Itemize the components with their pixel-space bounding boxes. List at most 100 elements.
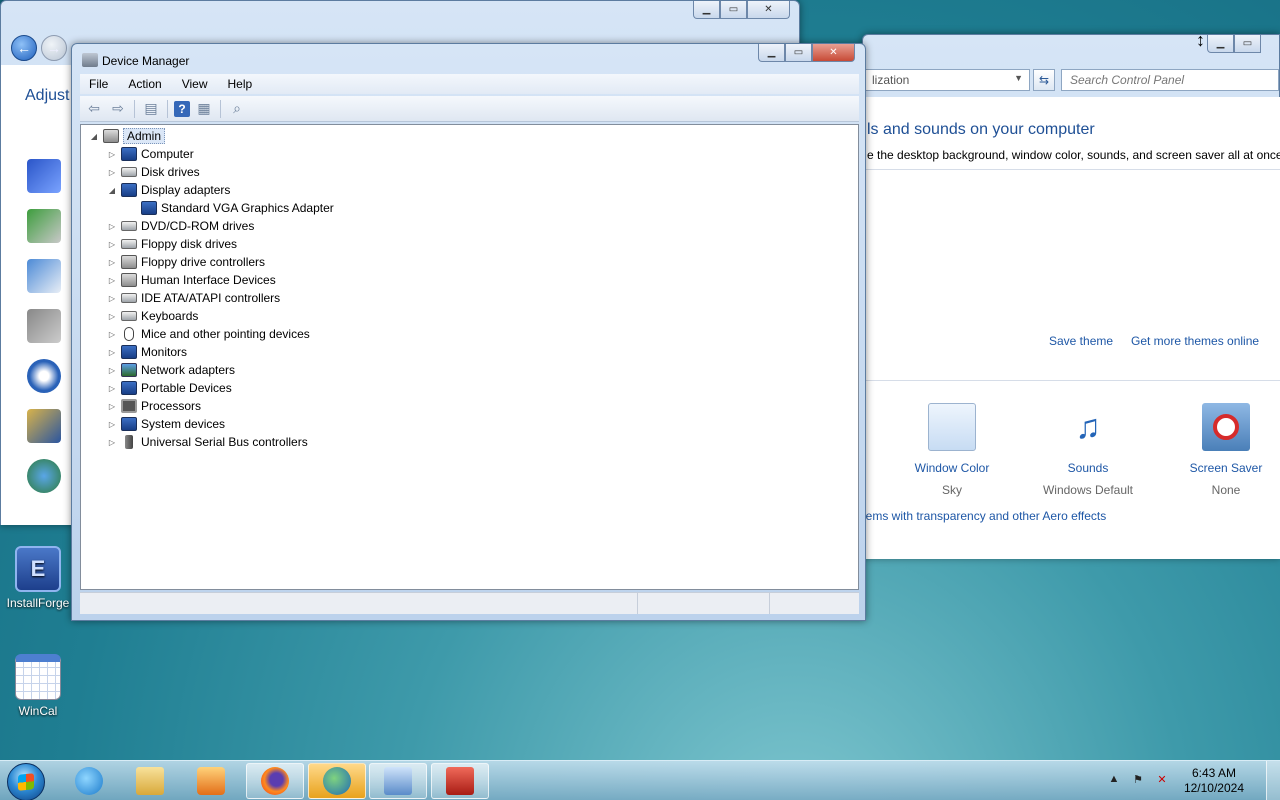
action-center-flag-icon[interactable]: ⚑	[1130, 773, 1146, 789]
expand-icon[interactable]: ▷	[107, 294, 117, 303]
tree-node[interactable]: ▷ Disk drives	[107, 163, 200, 181]
back-icon[interactable]: ←	[11, 35, 37, 61]
scan-hardware-icon[interactable]: ⌕	[227, 99, 247, 119]
minimize-button[interactable]: ▁	[1207, 35, 1234, 53]
taskbar-ie[interactable]	[60, 763, 118, 799]
maximize-button[interactable]: ▭	[720, 1, 747, 19]
expand-icon[interactable]: ▷	[107, 420, 117, 429]
forward-icon[interactable]: ⇨	[108, 99, 128, 119]
show-hidden-icons-icon[interactable]: ▲	[1106, 773, 1122, 789]
fonts-icon[interactable]	[27, 409, 61, 443]
volume-muted-icon[interactable]: ✕	[1154, 773, 1170, 789]
backup-icon[interactable]	[27, 209, 61, 243]
tree-node[interactable]: ▷ System devices	[107, 415, 225, 433]
start-button[interactable]	[7, 763, 45, 800]
address-bar[interactable]: lization ▼	[865, 69, 1030, 91]
expand-icon[interactable]: ▷	[107, 384, 117, 393]
expand-icon[interactable]: ▷	[107, 240, 117, 249]
collapse-icon[interactable]: ◢	[107, 186, 117, 195]
menu-view[interactable]: View	[173, 74, 217, 94]
menu-action[interactable]: Action	[119, 74, 170, 94]
tree-node[interactable]: ▷ Network adapters	[107, 361, 235, 379]
window-color-item[interactable]: Window Color Sky	[897, 403, 1007, 497]
help-icon[interactable]: ?	[174, 100, 190, 117]
expand-icon[interactable]: ▷	[107, 222, 117, 231]
action-center-icon[interactable]	[27, 159, 61, 193]
expand-icon[interactable]: ▷	[107, 276, 117, 285]
tree-node-label: System devices	[141, 417, 226, 431]
tree-node[interactable]: ▷ Keyboards	[107, 307, 198, 325]
collapse-icon[interactable]: ◢	[89, 132, 99, 141]
tree-node[interactable]: ▷ Monitors	[107, 343, 187, 361]
show-desktop-button[interactable]	[1266, 761, 1280, 800]
tree-root-label: Admin	[123, 128, 166, 144]
desktop-icon-wincal[interactable]: WinCal	[0, 654, 76, 718]
tree-node[interactable]: ▷ DVD/CD-ROM drives	[107, 217, 254, 235]
show-hide-tree-icon[interactable]: ▤	[141, 99, 161, 119]
get-more-themes-link[interactable]: Get more themes online	[1131, 334, 1259, 348]
expand-icon[interactable]: ▷	[107, 330, 117, 339]
taskbar-control-panel[interactable]	[369, 763, 427, 799]
menu-file[interactable]: File	[80, 74, 117, 94]
maximize-button[interactable]: ▭	[785, 44, 812, 62]
tree-node[interactable]: ▷ Mice and other pointing devices	[107, 325, 310, 343]
forward-icon[interactable]: →	[41, 35, 67, 61]
expand-icon[interactable]: ▷	[107, 438, 117, 447]
maximize-button[interactable]: ▭	[1234, 35, 1261, 53]
search-input[interactable]: Search Control Panel	[1061, 69, 1279, 91]
themes-list[interactable]	[863, 169, 1280, 381]
status-bar	[80, 592, 859, 614]
expand-icon[interactable]: ▷	[107, 402, 117, 411]
tree-node[interactable]: ▷ IDE ATA/ATAPI controllers	[107, 289, 280, 307]
menu-help[interactable]: Help	[219, 74, 262, 94]
expand-icon[interactable]: ▷	[107, 150, 117, 159]
taskbar-firefox[interactable]	[246, 763, 304, 799]
windows-logo-icon	[18, 773, 34, 791]
tree-node[interactable]: ▷ Floppy disk drives	[107, 235, 237, 253]
tree-root[interactable]: ◢ Admin	[89, 127, 166, 145]
properties-icon[interactable]: ▦	[194, 99, 214, 119]
tree-node[interactable]: ◢ Display adapters	[107, 181, 230, 199]
minimize-button[interactable]: ▁	[693, 1, 720, 19]
clock[interactable]: 6:43 AM 12/10/2024	[1184, 766, 1244, 796]
internet-options-icon[interactable]	[27, 459, 61, 493]
expand-icon[interactable]: ▷	[107, 258, 117, 267]
tree-node[interactable]: ▷ Universal Serial Bus controllers	[107, 433, 308, 451]
expand-icon[interactable]: ▷	[107, 366, 117, 375]
taskbar-device-manager[interactable]	[431, 763, 489, 799]
computer-icon	[103, 129, 119, 143]
sounds-item[interactable]: ♫ Sounds Windows Default	[1033, 403, 1143, 497]
taskbar-media-player[interactable]	[182, 763, 240, 799]
date-time-icon[interactable]	[27, 259, 61, 293]
tree-node[interactable]: Standard VGA Graphics Adapter	[127, 199, 334, 217]
window-color-icon	[928, 403, 976, 451]
desktop-icon-installforge[interactable]: E InstallForge	[0, 546, 76, 610]
minimize-button[interactable]: ▁	[758, 44, 785, 62]
close-button[interactable]: ✕	[812, 44, 855, 62]
aero-troubleshoot-link[interactable]: lems with transparency and other Aero ef…	[863, 509, 1106, 523]
taskbar-explorer[interactable]	[121, 763, 179, 799]
device-tree[interactable]: ◢ Admin ▷ Computer ▷ Disk drives ◢ Display ad…	[80, 124, 859, 590]
ease-of-access-icon[interactable]	[27, 359, 61, 393]
close-button[interactable]: ✕	[747, 1, 790, 19]
tree-node[interactable]: ▷ Floppy drive controllers	[107, 253, 265, 271]
tree-node[interactable]: ▷ Computer	[107, 145, 194, 163]
window-color-label: Window Color	[914, 461, 990, 475]
screen-saver-item[interactable]: Screen Saver None	[1171, 403, 1280, 497]
sounds-icon: ♫	[1075, 408, 1101, 446]
expand-icon[interactable]: ▷	[107, 312, 117, 321]
expand-icon[interactable]: ▷	[107, 348, 117, 357]
save-theme-link[interactable]: Save theme	[1049, 334, 1113, 348]
back-icon[interactable]: ⇦	[84, 99, 104, 119]
taskbar-install-manager[interactable]	[308, 763, 366, 799]
chevron-down-icon[interactable]: ▼	[1014, 73, 1023, 83]
desktop-icon-label: InstallForge	[6, 596, 70, 610]
refresh-icon[interactable]: ⇆	[1033, 69, 1055, 91]
tree-node[interactable]: ▷ Portable Devices	[107, 379, 232, 397]
expand-icon[interactable]: ▷	[107, 168, 117, 177]
tree-node-label: DVD/CD-ROM drives	[141, 219, 255, 233]
tree-node[interactable]: ▷ Human Interface Devices	[107, 271, 276, 289]
page-description: e the desktop background, window color, …	[867, 148, 1280, 162]
device-icon[interactable]	[27, 309, 61, 343]
tree-node[interactable]: ▷ Processors	[107, 397, 201, 415]
